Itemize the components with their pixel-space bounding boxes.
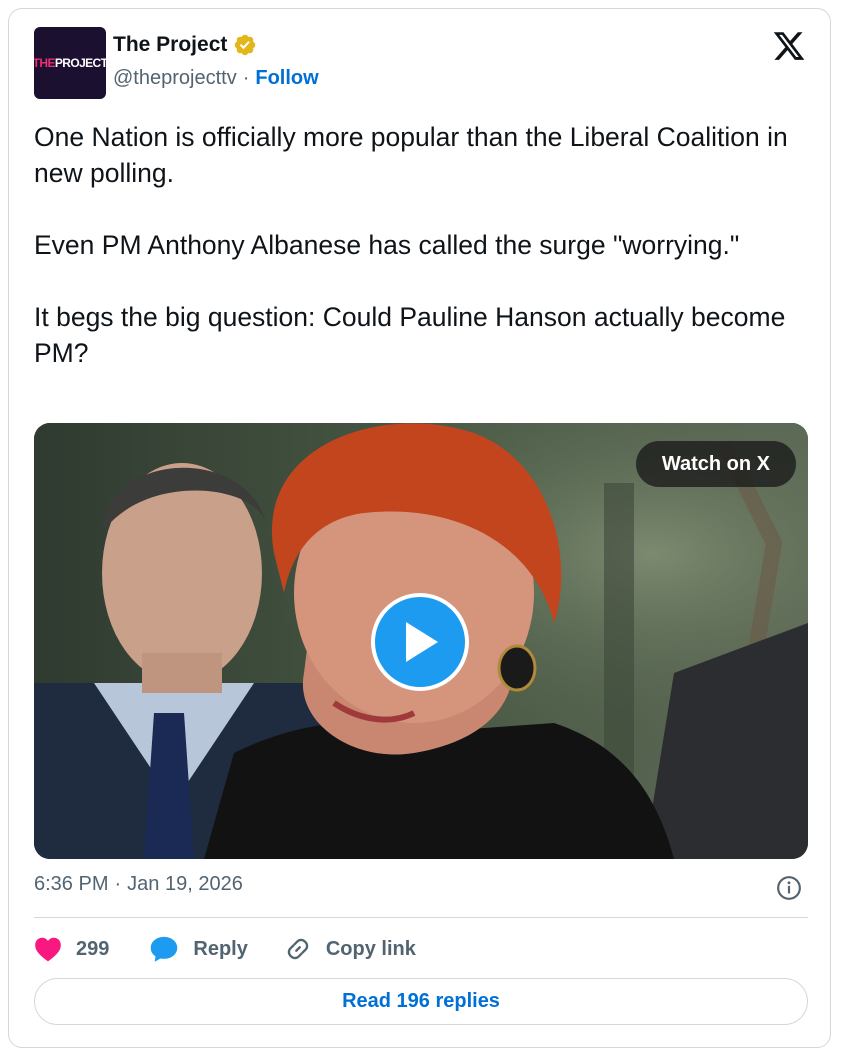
x-logo-icon[interactable] — [772, 29, 806, 63]
reply-label: Reply — [193, 937, 248, 960]
author-handle-row: @theprojecttv · Follow — [113, 67, 319, 90]
play-button[interactable] — [371, 593, 469, 691]
tweet-time: 6:36 PM — [34, 873, 109, 895]
likes-count: 299 — [76, 937, 110, 960]
tweet-text: One Nation is officially more popular th… — [34, 119, 804, 407]
timestamp[interactable]: 6:36 PM · Jan 19, 2026 — [34, 873, 243, 896]
divider — [34, 917, 808, 918]
copy-link-button[interactable]: Copy link — [284, 935, 416, 963]
author-display-name[interactable]: The Project — [113, 33, 227, 57]
copy-link-label: Copy link — [325, 937, 416, 960]
tweet-paragraph: Even PM Anthony Albanese has called the … — [34, 230, 740, 260]
play-icon — [406, 622, 438, 662]
handle-separator: · — [242, 67, 250, 89]
timestamp-separator: · — [114, 873, 122, 895]
watch-on-x-button[interactable]: Watch on X — [635, 441, 796, 487]
info-icon[interactable] — [776, 875, 802, 901]
tweet-date: Jan 19, 2026 — [127, 873, 243, 895]
like-button[interactable]: 299 — [34, 936, 109, 962]
verified-badge-icon — [235, 34, 256, 56]
video-player[interactable]: Watch on X — [34, 423, 808, 859]
read-replies-button[interactable]: Read 196 replies — [34, 978, 808, 1025]
tweet-paragraph: One Nation is officially more popular th… — [34, 122, 788, 188]
author-name-row: The Project — [113, 33, 257, 57]
tweet-paragraph: It begs the big question: Could Pauline … — [34, 302, 786, 368]
action-bar: 299 Reply Copy link — [34, 929, 416, 969]
follow-button[interactable]: Follow — [255, 67, 318, 90]
reply-button[interactable]: Reply — [149, 935, 248, 963]
tweet-card: THEPROJECT The Project @theprojecttv · F… — [8, 8, 831, 1048]
heart-icon — [35, 937, 61, 962]
speech-bubble-icon — [151, 936, 178, 962]
avatar-logo: THEPROJECT — [34, 56, 106, 70]
avatar[interactable]: THEPROJECT — [34, 27, 106, 99]
link-icon — [287, 938, 309, 960]
author-handle[interactable]: @theprojecttv — [113, 67, 237, 90]
